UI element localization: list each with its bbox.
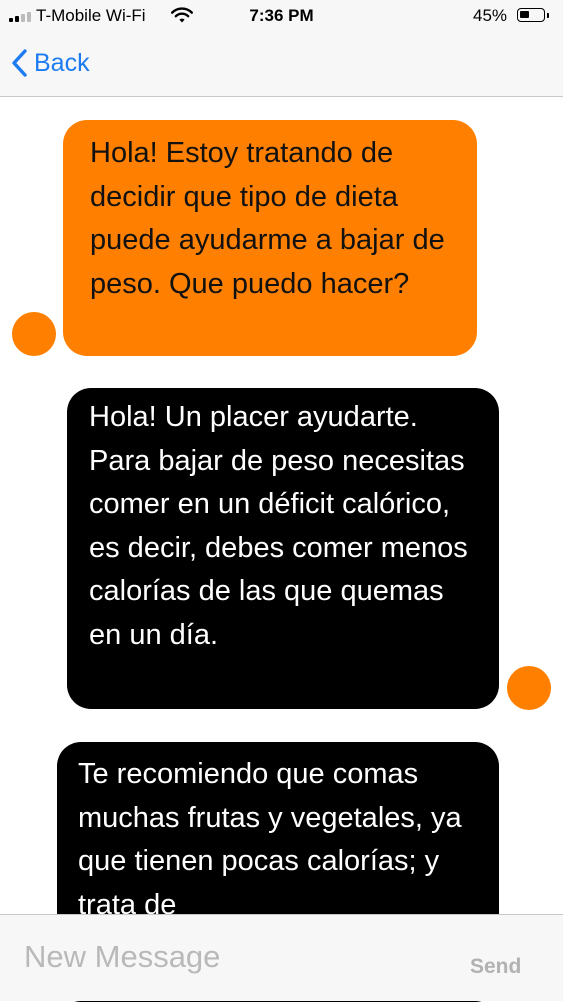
message-bubble-bot: Hola! Un placer ayudarte. Para bajar de … [67, 388, 499, 709]
battery-tip [547, 13, 549, 18]
chevron-left-icon [12, 49, 27, 77]
user-avatar-dot [12, 312, 56, 356]
message-composer: Send [0, 914, 563, 1001]
back-button[interactable]: Back [10, 48, 90, 78]
battery-percentage: 45% [473, 6, 508, 25]
battery-icon [517, 8, 545, 22]
send-button[interactable]: Send [470, 955, 521, 979]
message-bubble-user: Hola! Estoy tratando de decidir que tipo… [63, 120, 477, 356]
navigation-bar: Back [0, 34, 563, 97]
status-bar: T-Mobile Wi-Fi 7:36 PM 45% [0, 0, 563, 34]
message-input[interactable] [24, 935, 444, 979]
bot-avatar-dot [507, 666, 551, 710]
back-label: Back [34, 48, 90, 77]
